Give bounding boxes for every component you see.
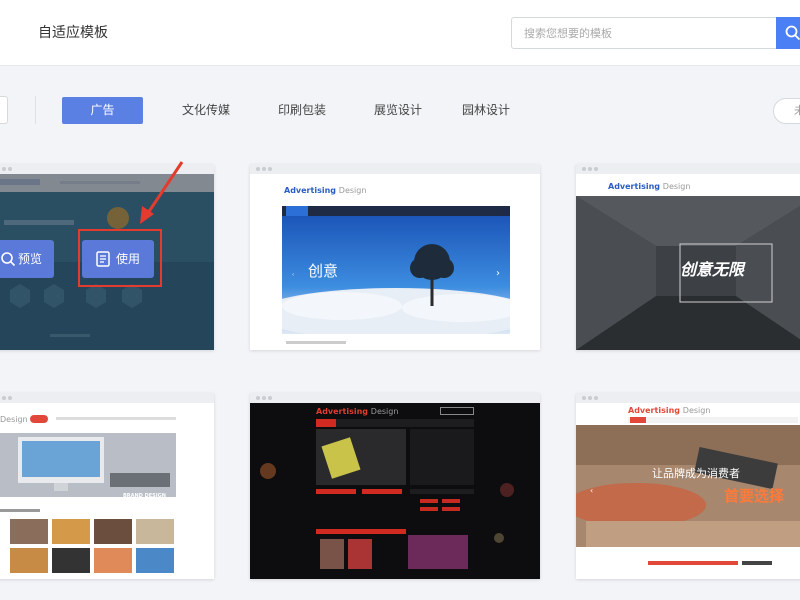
- thumbnail-nav-active: [30, 415, 48, 423]
- thumbnail-body: [316, 419, 474, 569]
- category-bar: 广告 文化传媒 印刷包装 展览设计 园林设计 未: [0, 78, 800, 140]
- card-window-bar: [250, 164, 540, 174]
- card-window-bar: [576, 164, 800, 174]
- svg-text:‹: ‹: [292, 272, 294, 278]
- template-thumbnail: Advertising Design: [250, 403, 540, 579]
- thumbnail-phone: [440, 407, 474, 415]
- template-card[interactable]: Advertising Design: [250, 393, 540, 579]
- svg-text:›: ›: [496, 268, 500, 279]
- template-card[interactable]: Advertising Design 创意无限: [576, 164, 800, 350]
- thumbnail-footer: [286, 341, 346, 344]
- thumbnail-nav: [628, 417, 798, 423]
- search-input[interactable]: [512, 18, 774, 48]
- thumbnail-brand: Advertising Design: [284, 186, 367, 195]
- template-card[interactable]: Advertising Design ‹ › 创意: [250, 164, 540, 350]
- preview-button[interactable]: 预览: [0, 240, 54, 278]
- category-tab-garden-design[interactable]: 园林设计: [446, 97, 526, 124]
- thumbnail-nav: [56, 417, 176, 420]
- search-box: [511, 17, 800, 49]
- card-window-bar: [0, 393, 214, 403]
- category-all-button[interactable]: [0, 96, 8, 124]
- search-button[interactable]: [776, 17, 800, 49]
- magnifier-icon: [1, 252, 16, 267]
- category-more-button[interactable]: 未: [773, 98, 800, 124]
- category-tab-exhibition-design[interactable]: 展览设计: [358, 97, 438, 124]
- thumbnail-brand: Advertising Design: [316, 407, 399, 416]
- svg-text:‹: ‹: [590, 486, 593, 495]
- thumbnail-footer-link: [742, 561, 772, 565]
- header-bar: 自适应模板: [0, 0, 800, 66]
- card-window-bar: [250, 393, 540, 403]
- category-tab-print-packaging[interactable]: 印刷包装: [262, 97, 342, 124]
- category-divider: [35, 96, 36, 124]
- thumbnail-gallery: [10, 519, 176, 573]
- banner-text: BRAND DESIGN: [123, 493, 166, 499]
- hero-line-2: 首要选择: [724, 487, 785, 505]
- thumbnail-section-title: [0, 509, 40, 512]
- category-tab-culture-media[interactable]: 文化传媒: [166, 97, 246, 124]
- hero-title: 创意无限: [680, 260, 745, 279]
- template-thumbnail: Advertising Design ‹ 让品牌成为消费者 首要选择: [576, 403, 800, 579]
- thumbnail-nav: [282, 206, 510, 216]
- hero-line-1: 让品牌成为消费者: [652, 467, 740, 480]
- bokeh-dot: [494, 533, 504, 543]
- highlight-annotation: [78, 229, 162, 287]
- arrow-annotation: [140, 161, 184, 224]
- thumbnail-banner: [0, 433, 176, 497]
- template-thumbnail: Advertising Design 创意无限: [576, 174, 800, 350]
- search-icon: [785, 25, 800, 41]
- card-window-bar: [576, 393, 800, 403]
- template-card[interactable]: Design BRAND DESIGN: [0, 393, 214, 579]
- category-tab-ad[interactable]: 广告: [62, 97, 143, 124]
- template-card[interactable]: Advertising Design ‹ 让品牌成为消费者 首要选择: [576, 393, 800, 579]
- thumbnail-brand: Design: [0, 415, 28, 424]
- bokeh-dot: [500, 483, 514, 497]
- template-thumbnail: Design BRAND DESIGN: [0, 403, 214, 579]
- bokeh-dot: [260, 463, 276, 479]
- hero-title: 创意: [308, 262, 339, 280]
- preview-label: 预览: [18, 252, 43, 266]
- thumbnail-brand: Advertising Design: [608, 182, 691, 191]
- thumbnail-brand: Advertising Design: [628, 406, 711, 415]
- template-thumbnail: Advertising Design ‹ › 创意: [250, 174, 540, 350]
- thumbnail-footer-accent: [648, 561, 738, 565]
- page-title: 自适应模板: [38, 25, 108, 41]
